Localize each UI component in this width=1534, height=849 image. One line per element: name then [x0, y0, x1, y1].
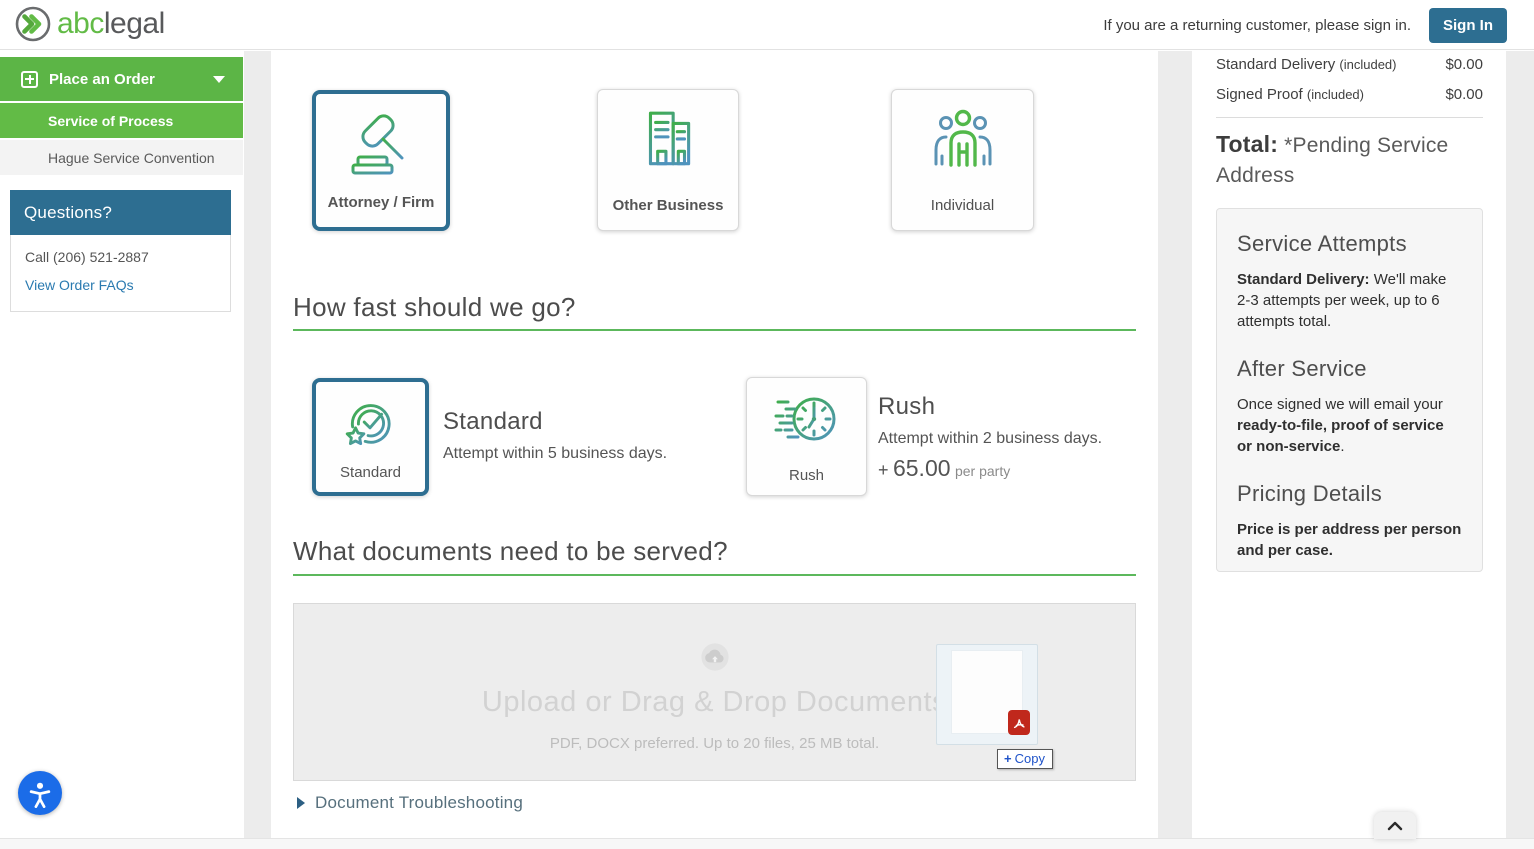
rush-price: + 65.00 per party — [878, 455, 1102, 482]
speed-section-title: How fast should we go? — [293, 292, 576, 323]
pdf-file-icon — [1008, 710, 1030, 735]
chevron-up-icon — [1387, 821, 1403, 831]
footer-strip — [0, 838, 1534, 849]
line-amount: $0.00 — [1445, 56, 1483, 73]
pricing-details-title: Pricing Details — [1237, 481, 1462, 507]
sidebar-place-an-order[interactable]: Place an Order — [0, 57, 243, 101]
logo-text: abclegal — [57, 7, 165, 41]
accessibility-icon — [25, 778, 55, 808]
building-icon — [635, 108, 701, 174]
returning-customer-text: If you are a returning customer, please … — [1103, 17, 1411, 34]
recipient-card-individual[interactable]: Individual — [891, 89, 1034, 231]
pricing-details-text: Price is per address per person and per … — [1237, 519, 1462, 561]
summary-line-standard-delivery: Standard Delivery (included) $0.00 — [1216, 56, 1483, 73]
gavel-icon — [345, 112, 417, 184]
sidebar-scrollbar-track[interactable] — [244, 51, 271, 838]
rush-clock-icon — [774, 390, 840, 448]
section-rule — [293, 329, 1136, 331]
app-header: abclegal If you are a returning customer… — [0, 0, 1534, 50]
triangle-right-icon — [297, 797, 305, 809]
questions-title: Questions? — [10, 190, 231, 235]
caret-down-icon — [213, 76, 225, 83]
order-total: Total: *Pending Service Address — [1216, 129, 1466, 191]
standard-title: Standard — [443, 408, 667, 436]
pdf-drag-preview — [936, 644, 1038, 745]
logo-mark-icon — [14, 5, 52, 43]
abclegal-logo[interactable]: abclegal — [14, 5, 165, 43]
service-info-panel: Service Attempts Standard Delivery: We'l… — [1216, 208, 1483, 572]
summary-divider — [1216, 117, 1483, 118]
sidebar-item-service-of-process[interactable]: Service of Process — [0, 102, 243, 138]
view-order-faqs-link[interactable]: View Order FAQs — [25, 277, 134, 293]
rush-description: Attempt within 2 business days. — [878, 430, 1102, 448]
upload-dropzone[interactable]: Upload or Drag & Drop Documents PDF, DOC… — [293, 603, 1136, 781]
line-amount: $0.00 — [1445, 86, 1483, 103]
after-service-text: Once signed we will email your ready-to-… — [1237, 394, 1462, 457]
total-label: Total: — [1216, 131, 1278, 157]
sign-in-button[interactable]: Sign In — [1429, 8, 1507, 43]
people-icon — [929, 108, 997, 172]
copy-plus-icon: + — [1004, 751, 1012, 766]
speed-card-standard[interactable]: Standard — [312, 378, 429, 496]
service-attempts-title: Service Attempts — [1237, 231, 1462, 257]
section-rule — [293, 574, 1136, 576]
document-troubleshooting-toggle[interactable]: Document Troubleshooting — [297, 793, 523, 813]
after-service-title: After Service — [1237, 356, 1462, 382]
accessibility-widget-button[interactable] — [18, 771, 62, 815]
questions-panel: Questions? Call (206) 521-2887 View Orde… — [10, 190, 231, 312]
service-attempts-text: Standard Delivery: We'll make 2-3 attemp… — [1237, 269, 1462, 332]
recipient-card-other-business[interactable]: Other Business — [597, 89, 739, 231]
standard-clock-icon — [342, 394, 400, 454]
rush-title: Rush — [878, 393, 1102, 421]
summary-line-signed-proof: Signed Proof (included) $0.00 — [1216, 86, 1483, 103]
speed-card-rush[interactable]: Rush — [746, 377, 867, 496]
sidebar-item-hague-service-convention[interactable]: Hague Service Convention — [0, 139, 243, 175]
page-scrollbar-track[interactable] — [1506, 51, 1534, 838]
questions-phone: Call (206) 521-2887 — [25, 249, 216, 265]
scroll-to-top-button[interactable] — [1374, 812, 1416, 839]
documents-section-title: What documents need to be served? — [293, 536, 728, 567]
drag-copy-badge: +Copy — [997, 749, 1053, 769]
cloud-upload-icon — [698, 640, 732, 674]
main-scrollbar-track[interactable] — [1158, 51, 1192, 838]
standard-description: Attempt within 5 business days. — [443, 445, 667, 463]
recipient-card-attorney-firm[interactable]: Attorney / Firm — [312, 90, 450, 231]
plus-icon — [21, 71, 38, 88]
